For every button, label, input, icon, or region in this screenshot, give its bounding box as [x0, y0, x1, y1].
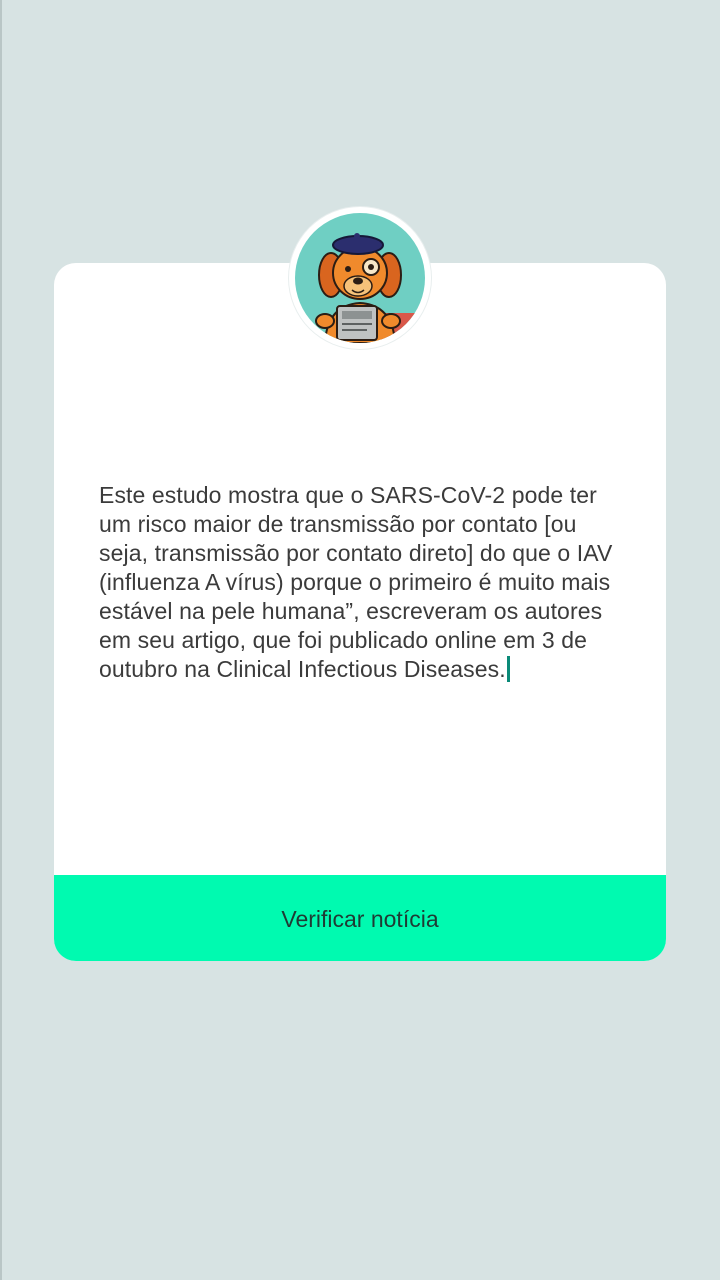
- news-card: Este estudo mostra que o SARS-CoV-2 pode…: [54, 263, 666, 961]
- screen-edge: [0, 0, 2, 1280]
- news-text-content: Este estudo mostra que o SARS-CoV-2 pode…: [99, 482, 613, 682]
- news-text[interactable]: Este estudo mostra que o SARS-CoV-2 pode…: [99, 481, 629, 684]
- detective-dog-mascot-icon: [295, 213, 425, 343]
- avatar: [289, 207, 431, 349]
- text-cursor: [506, 656, 510, 682]
- verify-news-button[interactable]: Verificar notícia: [54, 875, 666, 961]
